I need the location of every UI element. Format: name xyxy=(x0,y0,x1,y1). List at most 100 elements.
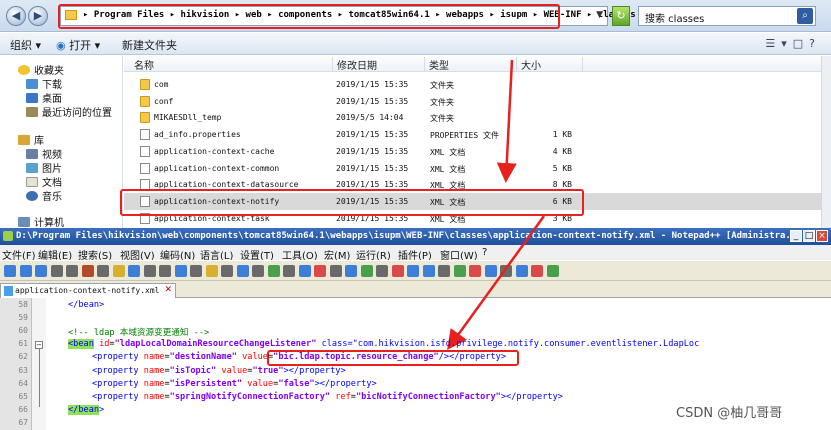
toolbar-button-icon[interactable] xyxy=(97,265,109,277)
window-title: D:\Program Files\hikvision\web\component… xyxy=(16,231,802,241)
toolbar-button-icon[interactable] xyxy=(329,265,342,277)
new-folder-button[interactable]: 新建文件夹 xyxy=(122,37,177,53)
line-number: 65 xyxy=(18,391,28,401)
toolbar-button-icon[interactable] xyxy=(376,265,388,277)
nav-libraries[interactable]: 库 xyxy=(18,132,44,147)
code-line: <bean id="ldapLocalDomainResourceChangeL… xyxy=(68,339,700,350)
organize-button[interactable]: 组织 ▾ xyxy=(10,37,41,53)
menu-item[interactable]: ? xyxy=(482,247,487,258)
toolbar-button-icon[interactable] xyxy=(438,265,450,277)
file-name: application-context-datasource xyxy=(154,180,299,190)
toolbar-button-icon[interactable] xyxy=(81,265,94,277)
file-icon xyxy=(4,286,13,296)
file-date: 2019/1/15 15:35 xyxy=(336,80,409,89)
code-line: <property name="springNotifyConnectionFa… xyxy=(92,391,563,402)
maximize-icon[interactable]: □ xyxy=(803,230,815,242)
toolbar-button-icon[interactable] xyxy=(283,265,295,277)
fold-toggle-icon[interactable]: − xyxy=(35,341,43,349)
toolbar-button-icon[interactable] xyxy=(360,265,373,277)
nav-recent[interactable]: 最近访问的位置 xyxy=(26,104,112,119)
toolbar-button-icon[interactable] xyxy=(546,265,559,277)
nav-documents[interactable]: 文档 xyxy=(26,174,62,189)
nav-pictures[interactable]: 图片 xyxy=(26,160,62,175)
toolbar-button-icon[interactable] xyxy=(252,265,264,277)
toolbar-button-icon[interactable] xyxy=(484,265,497,277)
close-icon[interactable]: × xyxy=(816,230,828,242)
file-name: MIKAESDll_temp xyxy=(154,113,222,123)
file-name: ad_info.properties xyxy=(154,130,241,140)
navigation-pane: 收藏夹 下载 桌面 最近访问的位置 库 视频 图片 文档 音乐 计算机 xyxy=(0,56,123,229)
file-row[interactable]: MIKAESDll_temp 2019/5/5 14:04 文件夹 xyxy=(124,109,821,126)
library-icon xyxy=(18,135,30,145)
toolbar-button-icon[interactable] xyxy=(159,265,171,277)
file-type: 文件夹 xyxy=(430,114,454,124)
file-date: 2019/1/15 15:35 xyxy=(336,146,409,156)
toolbar-button-icon[interactable] xyxy=(500,265,512,277)
column-name[interactable]: 名称 xyxy=(124,57,154,72)
back-icon[interactable]: ◀ xyxy=(6,6,26,26)
toolbar-button-icon[interactable] xyxy=(531,265,543,277)
toolbar-button-icon[interactable] xyxy=(407,265,419,277)
line-number: 66 xyxy=(18,404,28,414)
toolbar-button-icon[interactable] xyxy=(19,265,32,277)
file-row[interactable]: conf 2019/1/15 15:35 文件夹 xyxy=(124,93,821,110)
refresh-icon[interactable]: ↻ xyxy=(612,6,630,26)
toolbar-button-icon[interactable] xyxy=(35,265,47,277)
toolbar-button-icon[interactable] xyxy=(190,265,202,277)
nav-desktop[interactable]: 桌面 xyxy=(26,90,62,105)
search-input[interactable]: 搜索 classes ⌕ xyxy=(638,6,816,26)
download-folder-icon xyxy=(26,79,38,89)
file-type: 文件夹 xyxy=(430,97,454,107)
vertical-scrollbar[interactable] xyxy=(821,56,831,228)
chevron-down-icon[interactable]: ▼ xyxy=(596,10,603,20)
search-icon[interactable]: ⌕ xyxy=(797,8,813,24)
nav-music[interactable]: 音乐 xyxy=(26,188,62,203)
column-type[interactable]: 类型 xyxy=(424,57,449,72)
toolbar-button-icon[interactable] xyxy=(205,265,218,277)
toolbar-button-icon[interactable] xyxy=(298,265,311,277)
toolbar-button-icon[interactable] xyxy=(267,265,280,277)
toolbar-button-icon[interactable] xyxy=(143,265,156,277)
line-number: 59 xyxy=(18,313,28,323)
column-modified[interactable]: 修改日期 xyxy=(332,57,377,72)
code-line: </bean> xyxy=(68,404,105,415)
file-size: 8 KB xyxy=(552,180,572,190)
toolbar-button-icon[interactable] xyxy=(515,265,528,277)
toolbar-button-icon[interactable] xyxy=(236,265,249,277)
toolbar-button-icon[interactable] xyxy=(66,265,78,277)
toolbar-button-icon[interactable] xyxy=(469,265,481,277)
file-row[interactable]: application-context-common 2019/1/15 15:3… xyxy=(124,160,821,177)
tab-application-context-notify[interactable]: application-context-notify.xml ✕ xyxy=(0,283,176,298)
column-size[interactable]: 大小 xyxy=(516,57,541,72)
file-row[interactable]: ad_info.properties 2019/1/15 15:35 PROPERT… xyxy=(124,126,821,143)
toolbar-button-icon[interactable] xyxy=(453,265,466,277)
nav-computer[interactable]: 计算机 xyxy=(18,214,64,229)
nav-favorites[interactable]: 收藏夹 xyxy=(18,62,64,77)
picture-icon xyxy=(26,163,38,173)
close-tab-icon[interactable]: ✕ xyxy=(164,285,172,295)
line-number-gutter: 58 59 60 61 62 63 64 65 66 67 xyxy=(0,298,32,430)
toolbar-button-icon[interactable] xyxy=(174,265,187,277)
toolbar-button-icon[interactable] xyxy=(345,265,357,277)
file-name: application-context-common xyxy=(154,163,280,173)
toolbar-button-icon[interactable] xyxy=(4,265,16,277)
toolbar-button-icon[interactable] xyxy=(128,265,140,277)
toolbar-button-icon[interactable] xyxy=(391,265,404,277)
open-button[interactable]: ◉ 打开 ▾ xyxy=(56,37,100,53)
notepadpp-icon xyxy=(3,231,13,241)
toolbar-button-icon[interactable] xyxy=(112,265,125,277)
line-number: 58 xyxy=(18,300,28,309)
file-row[interactable]: com 2019/1/15 15:35 文件夹 xyxy=(124,76,821,93)
file-name: conf xyxy=(154,96,174,106)
toolbar-button-icon[interactable] xyxy=(221,265,233,277)
file-name: application-context-cache xyxy=(154,146,275,156)
minimize-icon[interactable]: _ xyxy=(790,230,802,242)
file-row[interactable]: application-context-cache 2019/1/15 15:35… xyxy=(124,143,821,160)
nav-downloads[interactable]: 下载 xyxy=(26,76,62,91)
forward-icon[interactable]: ▶ xyxy=(28,6,48,26)
nav-videos[interactable]: 视频 xyxy=(26,146,62,161)
toolbar-button-icon[interactable] xyxy=(422,265,435,277)
toolbar-button-icon[interactable] xyxy=(50,265,63,277)
view-options-icon[interactable]: ☰▾□? xyxy=(765,37,821,50)
toolbar-button-icon[interactable] xyxy=(314,265,326,277)
